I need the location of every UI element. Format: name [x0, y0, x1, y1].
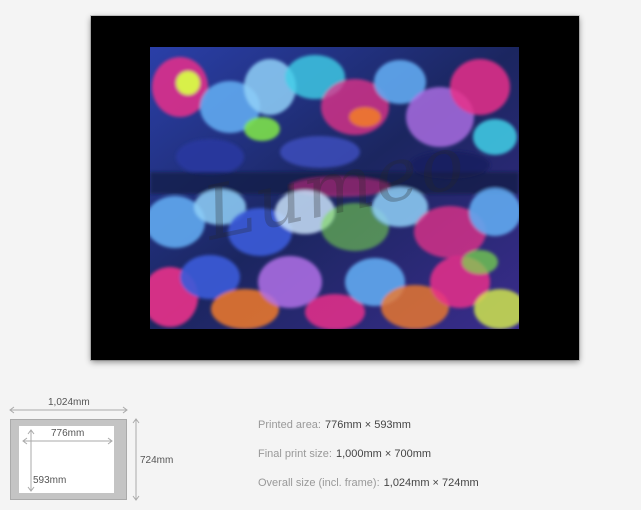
overall-height-label: 724mm: [140, 455, 174, 466]
inner-width-label: 776mm: [51, 428, 85, 439]
printed-area-label: Printed area:: [258, 419, 321, 431]
framed-artwork-preview: Lumeo: [91, 16, 579, 360]
artwork-image: Lumeo: [150, 47, 519, 329]
size-info: Printed area: 776mm × 593mm Final print s…: [258, 418, 479, 505]
overall-size-value: 1,024mm × 724mm: [383, 477, 479, 489]
inner-height-label: 593mm: [33, 475, 67, 486]
overall-size-row: Overall size (incl. frame): 1,024mm × 724…: [258, 476, 479, 490]
size-diagram: 1,024mm 776mm 593mm 724mm: [0, 390, 200, 505]
final-print-size-value: 1,000mm × 700mm: [335, 448, 432, 460]
overall-size-label: Overall size (incl. frame):: [258, 477, 380, 489]
artwork-painting: [150, 47, 519, 329]
inner-dimension-arrows: [22, 429, 113, 492]
final-print-size-label: Final print size:: [258, 448, 332, 460]
printed-area-value: 776mm × 593mm: [324, 419, 411, 431]
printed-area-row: Printed area: 776mm × 593mm: [258, 418, 479, 432]
final-print-size-row: Final print size: 1,000mm × 700mm: [258, 447, 479, 461]
